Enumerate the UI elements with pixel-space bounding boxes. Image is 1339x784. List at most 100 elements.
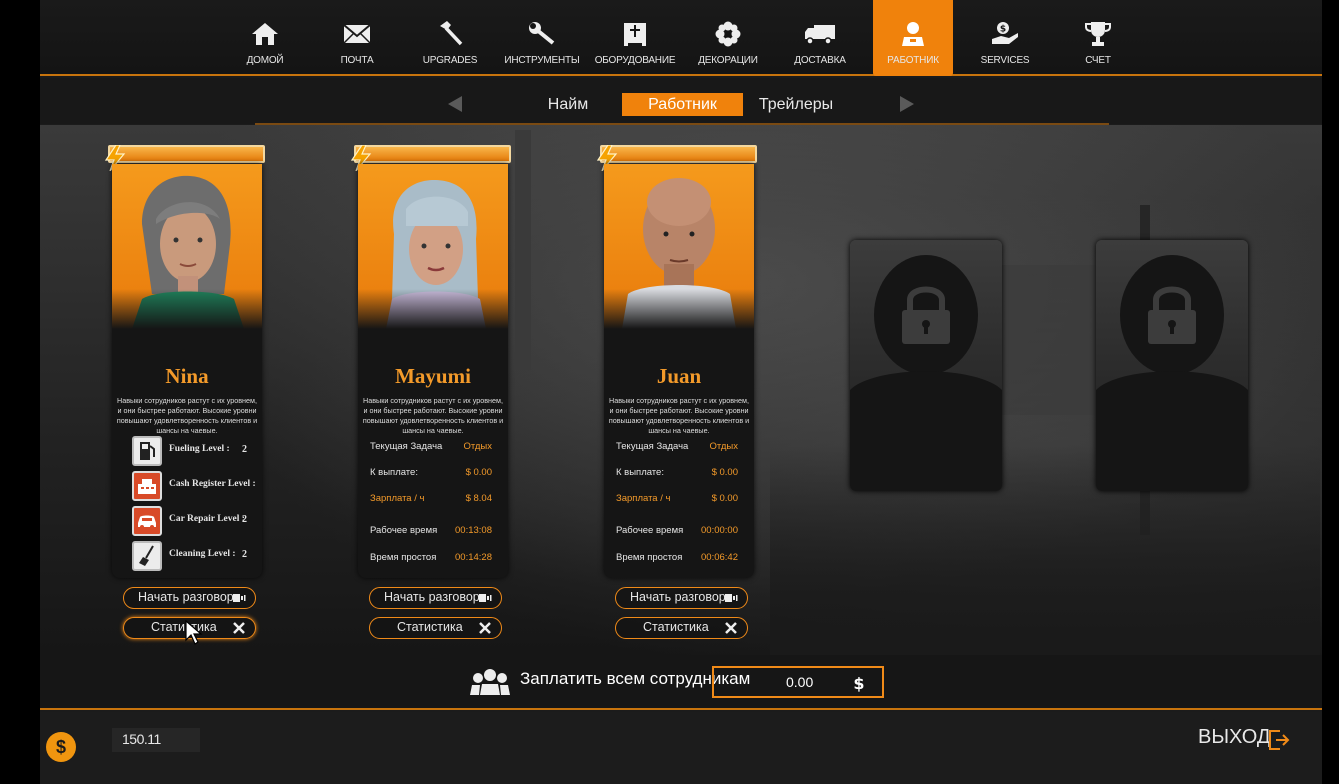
money-display: 150.11 xyxy=(112,728,200,752)
stat-label: Текущая Задача xyxy=(616,441,689,452)
button-label: Начать разговор xyxy=(384,590,480,604)
nav-label: ПОЧТА xyxy=(340,55,374,66)
energy-bar xyxy=(350,145,511,171)
pay-all-bar: Заплатить всем сотрудникам 0.00 $ xyxy=(40,655,1322,710)
stat-hourly-wage: Зарплата / ч $ 0.00 xyxy=(616,493,746,507)
stat-value: 00:06:42 xyxy=(701,552,738,563)
previous-arrow-icon[interactable] xyxy=(448,96,462,112)
stat-label: Время простоя xyxy=(370,552,437,563)
next-arrow-icon[interactable] xyxy=(900,96,914,112)
energy-bar xyxy=(596,145,757,171)
skill-value: 2 xyxy=(242,514,247,525)
nav-score[interactable]: СЧЕТ xyxy=(1058,0,1138,76)
nav-equipment[interactable]: ОБОРУДОВАНИЕ xyxy=(595,0,675,76)
nav-decorations[interactable]: ДЕКОРАЦИИ xyxy=(688,0,768,76)
button-label: Начать разговор xyxy=(630,590,726,604)
stat-label: Зарплата / ч xyxy=(616,493,671,504)
nav-label: СЧЕТ xyxy=(1085,55,1111,66)
nav-mail[interactable]: ПОЧТА xyxy=(317,0,397,76)
locked-silhouette-icon xyxy=(1096,255,1248,491)
nav-upgrades[interactable]: UPGRADES xyxy=(410,0,490,76)
nav-services[interactable]: $ SERVICES xyxy=(965,0,1045,76)
equipment-icon xyxy=(595,20,675,48)
stat-idle-time: Время простоя 00:14:28 xyxy=(370,552,500,566)
nav-label: ИНСТРУМЕНТЫ xyxy=(504,55,580,66)
nav-delivery[interactable]: ДОСТАВКА xyxy=(780,0,860,76)
chat-icon xyxy=(233,594,246,602)
hammer-icon xyxy=(410,20,490,48)
worker-icon xyxy=(873,20,953,48)
tab-trailers[interactable]: Трейлеры xyxy=(756,93,836,116)
nav-tools[interactable]: ИНСТРУМЕНТЫ xyxy=(502,0,582,76)
tab-worker[interactable]: Работник xyxy=(622,93,743,116)
tab-hire[interactable]: Найм xyxy=(533,93,603,116)
nav-home[interactable]: ДОМОЙ xyxy=(225,0,305,76)
mouse-cursor-icon xyxy=(185,620,203,645)
statistics-button[interactable]: Статистика xyxy=(615,617,748,639)
skill-car-repair: Car Repair Level : 2 xyxy=(132,506,260,538)
stat-label: Текущая Задача xyxy=(370,441,443,452)
home-icon xyxy=(225,20,305,48)
nav-label: ОБОРУДОВАНИЕ xyxy=(594,55,676,66)
stat-label: Время простоя xyxy=(616,552,683,563)
stat-label: Зарплата / ч xyxy=(370,493,425,504)
exit-button[interactable]: ВЫХОД xyxy=(1198,726,1270,749)
stat-to-pay: К выплате: $ 0.00 xyxy=(616,467,746,481)
statistics-button[interactable]: Статистика xyxy=(369,617,502,639)
stat-value: 00:00:00 xyxy=(701,525,738,536)
services-icon: $ xyxy=(965,20,1045,48)
nav-label: UPGRADES xyxy=(422,55,478,66)
stat-value: Отдых xyxy=(709,441,738,452)
trophy-icon xyxy=(1058,20,1138,48)
nav-label: ДЕКОРАЦИИ xyxy=(698,55,758,66)
skill-cleaning: Cleaning Level : 2 xyxy=(132,541,260,573)
svg-text:$: $ xyxy=(853,674,864,692)
stat-label: К выплате: xyxy=(616,467,664,478)
locked-worker-slot xyxy=(1096,240,1248,491)
skill-value: 2 xyxy=(242,444,247,455)
worker-card-body: Juan Навыки сотрудников растут с их уров… xyxy=(604,164,754,578)
stat-value: $ 8.04 xyxy=(465,493,492,504)
nav-worker[interactable]: РАБОТНИК xyxy=(873,0,953,76)
start-conversation-button[interactable]: Начать разговор xyxy=(123,587,256,609)
top-navigation: ДОМОЙ ПОЧТА UPGRADES ИНСТРУМЕНТЫ ОБОРУДО… xyxy=(40,0,1322,76)
stat-value: $ 0.00 xyxy=(465,467,492,478)
stat-idle-time: Время простоя 00:06:42 xyxy=(616,552,746,566)
stat-label: Рабочее время xyxy=(616,525,684,536)
skill-label: Cash Register Level : xyxy=(169,479,256,489)
button-label: Статистика xyxy=(397,620,463,634)
skill-value: 2 xyxy=(242,549,247,560)
start-conversation-button[interactable]: Начать разговор xyxy=(369,587,502,609)
fuel-pump-icon xyxy=(132,436,162,466)
button-label: Начать разговор xyxy=(138,590,234,604)
car-icon xyxy=(132,506,162,536)
stat-value: 00:14:28 xyxy=(455,552,492,563)
svg-text:$: $ xyxy=(1000,25,1006,35)
footer: $ 150.11 ВЫХОД xyxy=(40,712,1322,784)
exit-icon[interactable] xyxy=(1268,729,1290,751)
tools-icon xyxy=(725,622,737,634)
cash-register-icon xyxy=(132,471,162,501)
money-amount: 150.11 xyxy=(122,731,161,747)
worker-description: Навыки сотрудников растут с их уровнем, … xyxy=(362,396,504,435)
locked-worker-slot xyxy=(850,240,1002,491)
pay-all-button[interactable]: 0.00 $ xyxy=(712,666,884,698)
worker-card-body: Nina Навыки сотрудников растут с их уров… xyxy=(112,164,262,578)
pay-all-amount: 0.00 xyxy=(786,674,814,690)
stat-hourly-wage: Зарплата / ч $ 8.04 xyxy=(370,493,500,507)
broom-icon xyxy=(132,541,162,571)
tools-icon xyxy=(479,622,491,634)
coin-icon: $ xyxy=(46,732,76,762)
worker-card-body: Mayumi Навыки сотрудников растут с их ур… xyxy=(358,164,508,578)
nav-label: SERVICES xyxy=(980,55,1030,66)
start-conversation-button[interactable]: Начать разговор xyxy=(615,587,748,609)
button-label: Статистика xyxy=(643,620,709,634)
skill-fueling: Fueling Level : 2 xyxy=(132,436,260,468)
worker-description: Навыки сотрудников растут с их уровнем, … xyxy=(116,396,258,435)
stat-value: 00:13:08 xyxy=(455,525,492,536)
worker-portrait xyxy=(112,164,262,329)
stat-to-pay: К выплате: $ 0.00 xyxy=(370,467,500,481)
skill-label: Car Repair Level : xyxy=(169,514,245,524)
game-screen: ДОМОЙ ПОЧТА UPGRADES ИНСТРУМЕНТЫ ОБОРУДО… xyxy=(40,0,1322,784)
nav-label: ДОМОЙ xyxy=(246,55,284,66)
